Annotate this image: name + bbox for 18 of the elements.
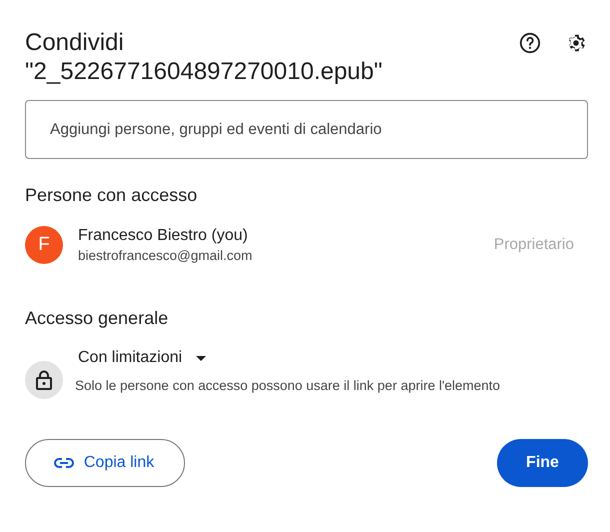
- person-name: Francesco Biestro (you): [78, 227, 249, 245]
- add-people-field[interactable]: Aggiungi persone, gruppi ed eventi di calendario: [25, 100, 588, 159]
- access-description: Solo le persone con accesso possono usare il link per aprire l'elemento: [75, 378, 500, 393]
- copy-link-button[interactable]: Copia link: [25, 439, 185, 487]
- person-email: biestrofrancesco@gmail.com: [78, 248, 254, 263]
- role-label: Proprietario: [494, 236, 574, 254]
- avatar: F: [25, 226, 63, 264]
- caret-icon: [196, 356, 206, 360]
- dialog-title: Condividi: [25, 28, 125, 57]
- link-icon: [54, 458, 74, 468]
- done-button[interactable]: Fine: [497, 439, 588, 487]
- file-name: "2_5226771604897270010.epub": [25, 57, 382, 86]
- section-heading: Accesso generale: [25, 308, 170, 329]
- access-dropdown[interactable]: Con limitazioni: [75, 349, 500, 367]
- section-heading: Persone con accesso: [25, 185, 198, 206]
- lock-icon: [25, 361, 63, 399]
- help-button[interactable]: [518, 31, 542, 55]
- help-icon: [519, 32, 541, 54]
